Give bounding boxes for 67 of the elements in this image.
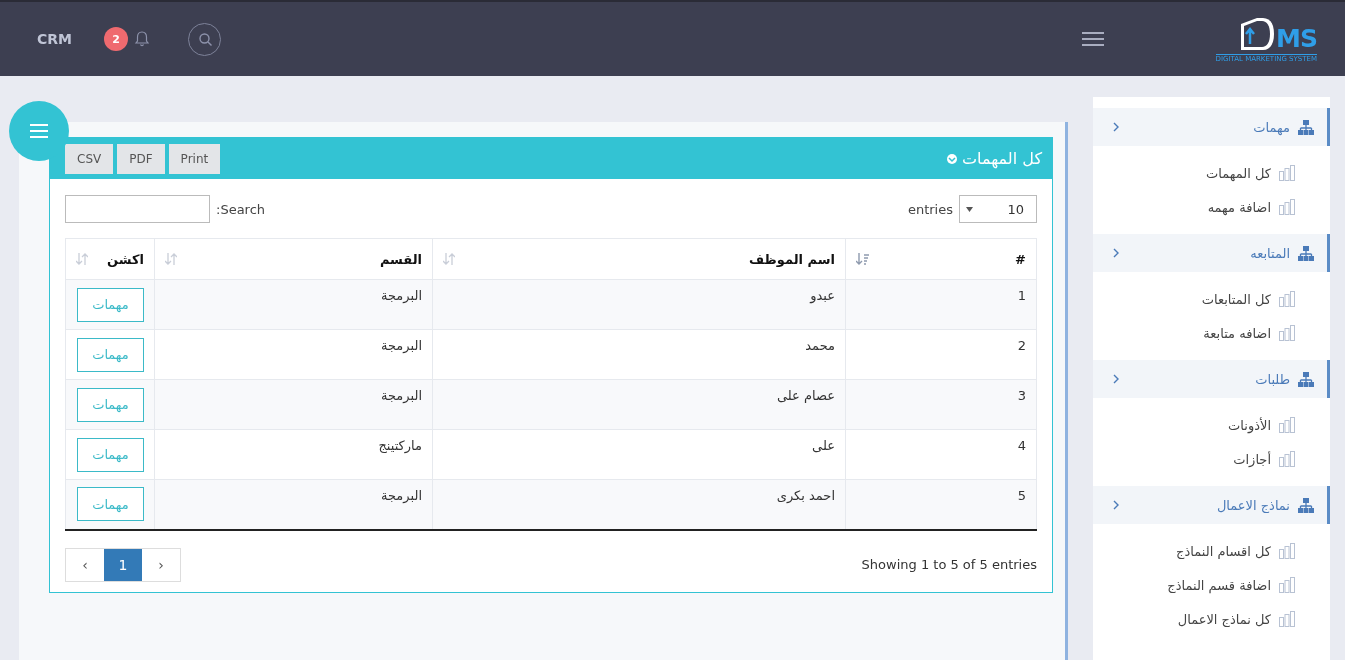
bar-chart-icon [1279, 165, 1295, 181]
table-cell: عبدو [810, 288, 835, 303]
export-button[interactable]: PDF [117, 144, 165, 174]
sidebar-item[interactable]: كل نماذج الاعمال [1093, 602, 1330, 636]
card-title: كل المهمات [962, 149, 1042, 168]
table-cell: 5 [1017, 488, 1026, 503]
sitemap-icon [1298, 371, 1314, 387]
sidebar-group-header[interactable]: مهمات [1093, 108, 1330, 146]
sidebar-group-header[interactable]: المتابعه [1093, 234, 1330, 272]
notification-badge: 2 [104, 27, 128, 51]
table-cell: البرمجة [381, 338, 422, 353]
sidebar-item[interactable]: الأذونات [1093, 408, 1330, 442]
export-button[interactable]: Print [168, 144, 221, 174]
logo-mark-icon [1238, 15, 1277, 52]
search-icon [197, 32, 212, 46]
column-header[interactable]: القسم [154, 238, 433, 280]
sidebar-group-header[interactable]: طلبات [1093, 360, 1330, 398]
sitemap-icon [1298, 119, 1314, 135]
table-cell: البرمجة [381, 388, 422, 403]
sidebar-group-header[interactable]: نماذج الاعمال [1093, 486, 1330, 524]
logo-text: MS [1276, 25, 1317, 52]
bell-icon [134, 31, 150, 47]
column-header[interactable]: # [845, 238, 1037, 280]
bar-chart-icon [1279, 417, 1295, 433]
table-cell: 2 [1017, 338, 1026, 353]
bar-chart-icon [1279, 611, 1295, 627]
bar-chart-icon [1279, 325, 1295, 341]
menu-toggle-button[interactable] [1079, 30, 1106, 48]
table-cell: محمد [805, 338, 835, 353]
bar-chart-icon [1279, 577, 1295, 593]
column-header[interactable]: اسم الموظف [432, 238, 846, 280]
bar-chart-icon [1279, 543, 1295, 559]
bar-chart-icon [1279, 451, 1295, 467]
page-button[interactable]: 1 [104, 548, 142, 581]
menu-icon [30, 124, 48, 138]
sidebar-item[interactable]: اضافة قسم النماذج [1093, 568, 1330, 602]
sidebar-item[interactable]: أجازات [1093, 442, 1330, 476]
table-cell: 1 [1017, 288, 1026, 303]
table-info-text: Showing 1 to 5 of 5 entries [861, 557, 1037, 572]
bar-chart-icon [1279, 199, 1295, 215]
search-field[interactable] [65, 195, 210, 223]
bar-chart-icon [1279, 291, 1295, 307]
sidebar-item[interactable]: اضافة مهمه [1093, 190, 1330, 224]
table-cell: ماركتينج [378, 438, 422, 453]
column-header[interactable]: اكشن [65, 238, 155, 280]
sidebar-item[interactable]: كل اقسام النماذج [1093, 534, 1330, 568]
dropdown-icon [966, 206, 973, 212]
table-cell: احمد بكرى [776, 488, 835, 503]
export-button[interactable]: CSV [65, 144, 114, 174]
sitemap-icon [1298, 497, 1314, 513]
globe-icon [947, 153, 958, 164]
table-cell: 3 [1017, 388, 1026, 403]
table-cell: عصام على [776, 388, 835, 403]
table-cell: 4 [1017, 438, 1026, 453]
brand-text: CRM [37, 31, 72, 47]
table-cell: البرمجة [381, 288, 422, 303]
sidebar-item[interactable]: اضافه متابعة [1093, 316, 1330, 350]
sidebar-item[interactable]: كل المهمات [1093, 156, 1330, 190]
sidebar-item[interactable]: كل المتابعات [1093, 282, 1330, 316]
page-length-select[interactable]: 10 [959, 195, 1037, 223]
table-cell: البرمجة [381, 488, 422, 503]
menu-icon [1081, 32, 1104, 46]
table-cell: على [812, 438, 835, 453]
sitemap-icon [1298, 245, 1314, 261]
search-label: Search: [216, 201, 266, 217]
notification-button[interactable] [132, 29, 152, 49]
entries-label: entries [907, 201, 953, 217]
